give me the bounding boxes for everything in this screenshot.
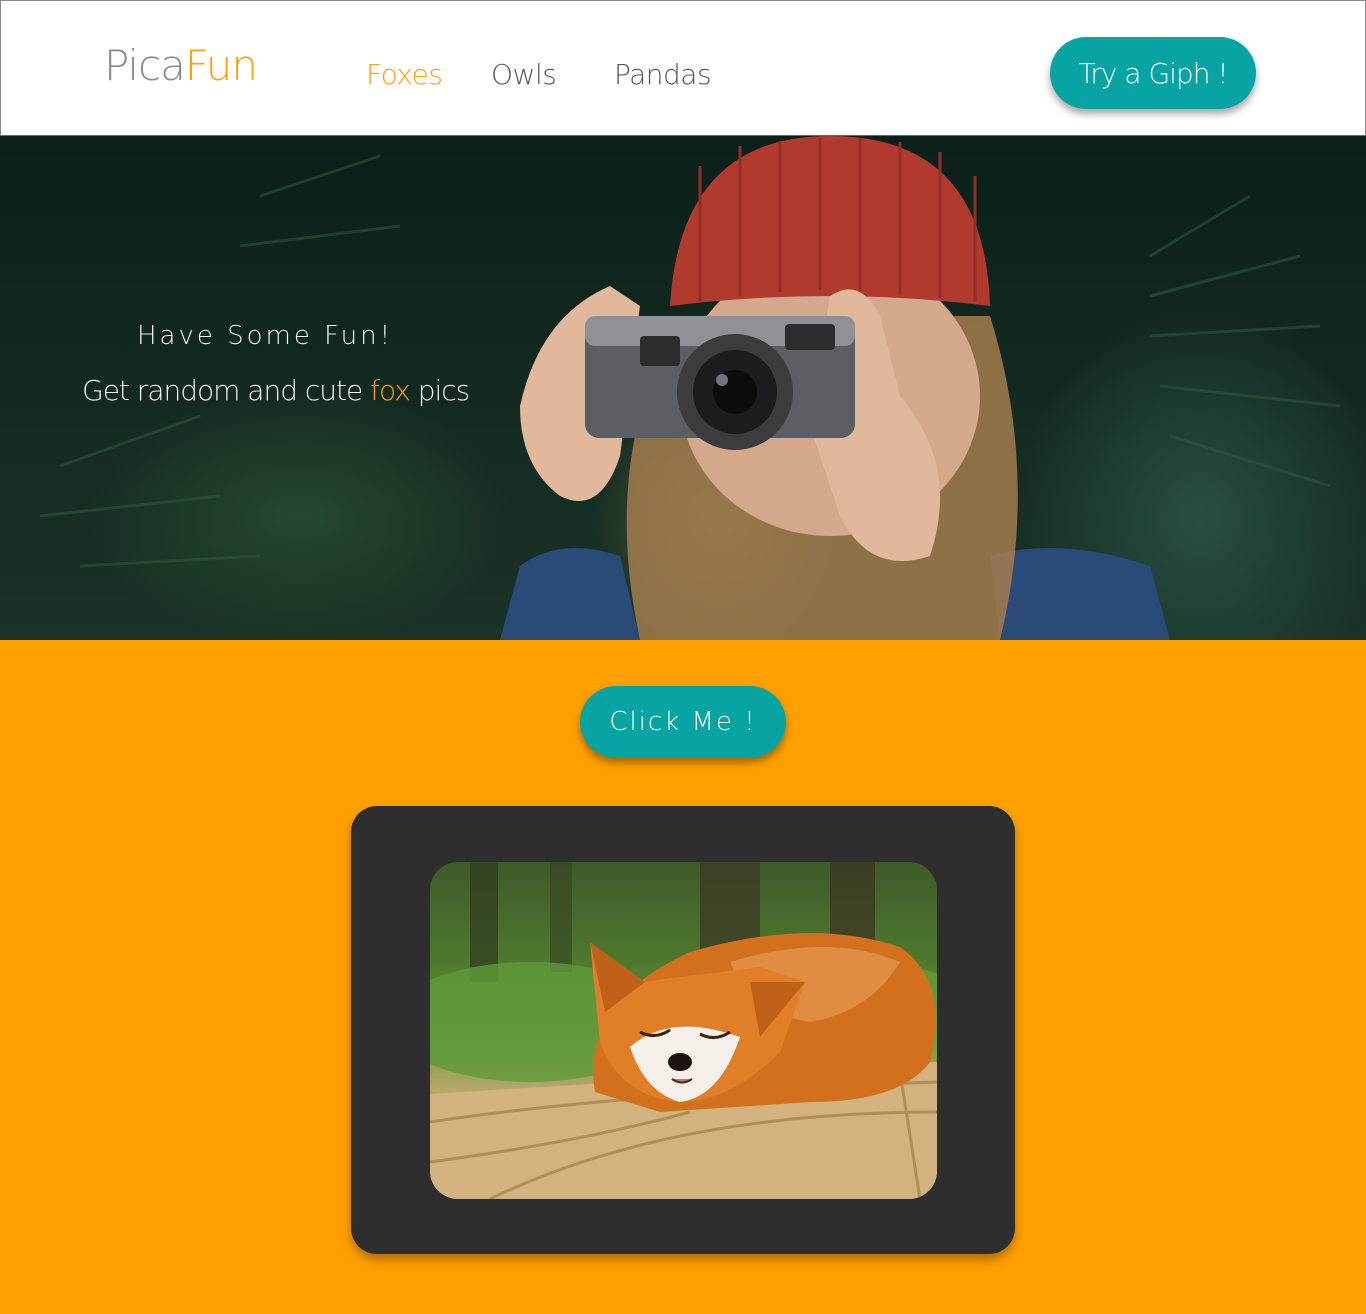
hero-subtitle-start: Get random and cute bbox=[82, 374, 371, 407]
click-me-button-label: Click Me ! bbox=[609, 707, 757, 737]
nav-link-pandas[interactable]: Pandas bbox=[614, 55, 712, 95]
image-frame bbox=[351, 806, 1015, 1254]
sleeping-fox-image bbox=[430, 862, 937, 1199]
nav-link-foxes[interactable]: Foxes bbox=[366, 55, 443, 95]
hero-subtitle: Get random and cute fox pics bbox=[82, 372, 471, 410]
brand-logo[interactable]: PicaFun bbox=[104, 41, 258, 91]
brand-text-fun: Fun bbox=[184, 41, 258, 90]
nav-link-owls[interactable]: Owls bbox=[491, 55, 557, 95]
hero-subtitle-end: pics bbox=[409, 374, 471, 407]
hero-tagline: Have Some Fun! bbox=[137, 321, 394, 351]
try-giph-button-label: Try a Giph ! bbox=[1078, 56, 1228, 90]
try-giph-button[interactable]: Try a Giph ! bbox=[1050, 37, 1256, 109]
hero-banner: Have Some Fun! Get random and cute fox p… bbox=[0, 136, 1366, 640]
hero-subtitle-accent: fox bbox=[370, 374, 411, 407]
brand-text-pica: Pica bbox=[104, 41, 186, 90]
site-header: PicaFun Foxes Owls Pandas Try a Giph ! bbox=[0, 0, 1366, 136]
click-me-button[interactable]: Click Me ! bbox=[580, 686, 786, 758]
fox-photo bbox=[430, 862, 937, 1199]
